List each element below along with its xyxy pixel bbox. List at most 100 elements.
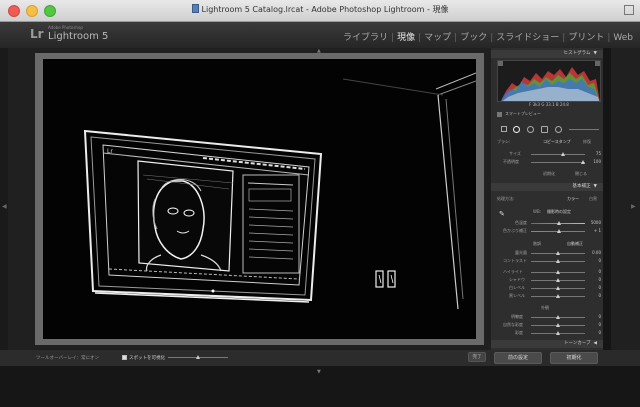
tool-strip bbox=[497, 124, 601, 135]
brand-subtitle: Adobe Photoshop bbox=[48, 25, 83, 30]
tint-slider[interactable] bbox=[531, 229, 585, 233]
heal-option[interactable]: 修復 bbox=[583, 138, 591, 146]
visualize-spots-slider-knob[interactable] bbox=[196, 355, 200, 359]
white-balance-row: WB: 撮影時の設定 bbox=[533, 208, 571, 216]
contrast-row: コントラスト 0 bbox=[503, 258, 601, 263]
auto-tone-button[interactable]: 自動補正 bbox=[567, 240, 583, 248]
spot-reset-button[interactable]: 初期化 bbox=[543, 170, 555, 178]
clarity-slider[interactable] bbox=[531, 315, 585, 319]
vibrance-row: 自然な彩度 0 bbox=[503, 322, 601, 327]
grid-icon[interactable] bbox=[501, 126, 507, 132]
size-slider-knob[interactable] bbox=[561, 152, 565, 156]
shadows-row: シャドウ 0 bbox=[509, 277, 601, 282]
fullscreen-icon[interactable] bbox=[624, 5, 634, 15]
treatment-color-option[interactable]: カラー bbox=[567, 195, 579, 203]
temperature-slider[interactable] bbox=[531, 221, 585, 225]
visualize-spots-checkbox[interactable] bbox=[122, 355, 127, 360]
module-web[interactable]: Web bbox=[610, 33, 636, 43]
opacity-row: 不透明度 100 bbox=[503, 159, 601, 164]
shadows-slider-knob[interactable] bbox=[556, 278, 560, 282]
spot-actions-row: 初期化 閉じる bbox=[497, 170, 601, 178]
tone-row: 階調 自動補正 bbox=[533, 240, 583, 248]
reset-button[interactable]: 初期化 bbox=[550, 352, 598, 364]
clarity-slider-knob[interactable] bbox=[556, 315, 560, 319]
exposure-row: 露光量 0.00 bbox=[515, 250, 601, 255]
whites-slider[interactable] bbox=[531, 286, 585, 290]
highlights-row: ハイライト 0 bbox=[503, 269, 601, 274]
module-book[interactable]: ブック bbox=[457, 30, 490, 43]
exposure-slider[interactable] bbox=[531, 251, 585, 255]
module-map[interactable]: マップ bbox=[421, 30, 454, 43]
tint-row: 色かぶり補正 + 1 bbox=[503, 228, 601, 233]
app-header: Lr Adobe Photoshop Lightroom 5 ライブラリ | 現像 |… bbox=[0, 22, 640, 48]
vibrance-slider[interactable] bbox=[531, 323, 585, 327]
histogram bbox=[497, 60, 601, 102]
exposure-slider-knob[interactable] bbox=[556, 251, 560, 255]
visualize-spots-label: スポットを可視化 bbox=[129, 356, 165, 361]
left-panel-collapsed[interactable] bbox=[0, 48, 8, 350]
shadows-slider[interactable] bbox=[531, 278, 585, 282]
vibrance-slider-knob[interactable] bbox=[556, 323, 560, 327]
module-picker: ライブラリ | 現像 | マップ | ブック | スライドショー | プリント | Web bbox=[340, 30, 636, 43]
opacity-slider-knob[interactable] bbox=[581, 160, 585, 164]
whites-row: 白レベル 0 bbox=[509, 285, 601, 290]
highlights-slider-knob[interactable] bbox=[556, 270, 560, 274]
lightroom-logo: Lr bbox=[30, 27, 44, 41]
show-filmstrip-icon[interactable]: ▼ bbox=[317, 369, 321, 375]
spot-removal-icon[interactable] bbox=[513, 126, 520, 133]
adjustment-brush-slider[interactable] bbox=[569, 129, 599, 130]
temperature-slider-knob[interactable] bbox=[557, 221, 561, 225]
treatment-bw-option[interactable]: 白黒 bbox=[589, 195, 597, 203]
window-title: Lightroom 5 Catalog.lrcat - Adobe Photos… bbox=[0, 4, 640, 15]
hide-right-panel-icon[interactable]: ▶ bbox=[631, 203, 636, 210]
blacks-slider-knob[interactable] bbox=[556, 294, 560, 298]
photo-preview[interactable]: Lr bbox=[43, 59, 476, 339]
highlights-slider[interactable] bbox=[531, 270, 585, 274]
graduated-filter-icon[interactable] bbox=[541, 126, 548, 133]
smart-preview-icon bbox=[497, 112, 502, 117]
module-library[interactable]: ライブラリ bbox=[340, 30, 391, 43]
saturation-slider-knob[interactable] bbox=[556, 331, 560, 335]
brush-mode-row: ブラシ: コピースタンプ 修復 bbox=[497, 138, 591, 146]
done-button[interactable]: 完了 bbox=[468, 352, 486, 362]
copy-stamp-option[interactable]: コピースタンプ bbox=[543, 138, 571, 146]
treatment-row: 処理方法: カラー 白黒 bbox=[497, 195, 597, 203]
show-left-panel-icon[interactable]: ◀ bbox=[2, 203, 7, 210]
collapse-icon: ▼ bbox=[593, 51, 597, 56]
histogram-header[interactable]: ヒストグラム ▼ bbox=[491, 50, 603, 58]
brand-name: Lightroom 5 bbox=[48, 31, 109, 42]
module-slideshow[interactable]: スライドショー bbox=[493, 30, 562, 43]
opacity-slider[interactable] bbox=[531, 160, 585, 164]
red-eye-icon[interactable] bbox=[527, 126, 534, 133]
edge-detected-image: Lr bbox=[43, 59, 476, 339]
contrast-slider[interactable] bbox=[531, 259, 585, 263]
size-row: サイズ 75 bbox=[509, 151, 601, 156]
svg-text:Lr: Lr bbox=[107, 148, 113, 155]
histogram-graph bbox=[501, 67, 600, 101]
contrast-slider-knob[interactable] bbox=[556, 259, 560, 263]
spot-close-button[interactable]: 閉じる bbox=[575, 170, 587, 178]
tone-curve-header[interactable]: トーンカーブ ◀ bbox=[491, 340, 603, 348]
right-panel-scrollbar[interactable] bbox=[603, 48, 611, 350]
clarity-row: 明瞭度 0 bbox=[511, 314, 601, 319]
highlight-clipping-toggle[interactable] bbox=[595, 61, 600, 66]
white-balance-select[interactable]: 撮影時の設定 bbox=[547, 208, 571, 216]
basic-panel-header[interactable]: 基本補正 ▼ bbox=[491, 183, 603, 191]
previous-settings-button[interactable]: 前の設定 bbox=[494, 352, 542, 364]
size-slider[interactable] bbox=[531, 152, 585, 156]
tool-overlay-select[interactable]: ツールオーバーレイ：常にオン bbox=[36, 355, 99, 361]
blacks-row: 黒レベル 0 bbox=[509, 293, 601, 298]
document-icon bbox=[191, 4, 199, 13]
saturation-slider[interactable] bbox=[531, 331, 585, 335]
blacks-slider[interactable] bbox=[531, 294, 585, 298]
tint-slider-knob[interactable] bbox=[557, 229, 561, 233]
module-print[interactable]: プリント bbox=[565, 30, 607, 43]
temperature-row: 色温度 5000 bbox=[515, 220, 601, 225]
module-develop[interactable]: 現像 bbox=[394, 30, 418, 43]
collapse-icon: ▼ bbox=[593, 184, 597, 189]
radial-filter-icon[interactable] bbox=[555, 126, 562, 133]
whites-slider-knob[interactable] bbox=[556, 286, 560, 290]
shadow-clipping-toggle[interactable] bbox=[498, 61, 503, 66]
smart-preview-row: スマートプレビュー bbox=[497, 110, 601, 118]
expand-icon: ◀ bbox=[593, 341, 597, 346]
